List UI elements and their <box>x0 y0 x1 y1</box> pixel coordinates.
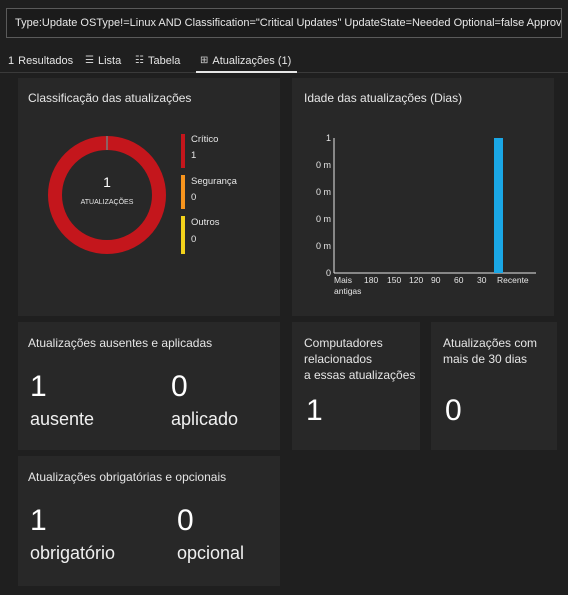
computers-value: 1 <box>306 394 323 427</box>
classification-tile[interactable]: Classificação das atualizações 1 ATUALIZ… <box>18 78 280 316</box>
missing-label: ausente <box>30 409 95 429</box>
x-tick-label: 150 <box>387 275 401 285</box>
tab-updates-label: Atualizações (1) <box>212 54 292 67</box>
older-updates-tile[interactable]: Atualizações com mais de 30 dias 0 <box>431 322 557 450</box>
legend-others-name: Outros <box>191 217 220 228</box>
x-tick-label: 60 <box>454 275 464 285</box>
donut-center-label: ATUALIZAÇÕES <box>80 199 134 206</box>
y-tick-label: 0 <box>326 268 331 278</box>
y-tick-label: 0 m <box>316 187 331 197</box>
older-title-line1: Atualizações com <box>443 336 538 350</box>
legend-critical-name: Crítico <box>191 134 219 145</box>
computers-title-line3: a essas atualizações <box>304 368 416 382</box>
results-label: Resultados <box>18 54 74 67</box>
legend-critical-swatch <box>181 134 185 168</box>
x-tick-label: 30 <box>477 275 487 285</box>
computers-title-line1: Computadores <box>304 336 383 350</box>
update-age-tile[interactable]: Idade das atualizações (Dias) 0 0 m 0 m 0 m… <box>292 78 554 316</box>
update-age-title: Idade das atualizações (Dias) <box>304 91 463 105</box>
legend-security-swatch <box>181 175 185 209</box>
grid-icon: ⊞ <box>200 55 209 66</box>
results-count: 1 <box>8 54 15 67</box>
tab-table-label: Tabela <box>147 54 181 67</box>
required-optional-tile[interactable]: Atualizações obrigatórias e opcionais 1 … <box>18 456 280 586</box>
x-tick-label: 120 <box>409 275 423 285</box>
y-tick-label: 0 m <box>316 214 331 224</box>
related-computers-tile[interactable]: Computadores relacionados a essas atuali… <box>292 322 420 450</box>
donut-segment-critical <box>48 136 166 254</box>
applied-label: aplicado <box>171 409 239 429</box>
missing-applied-tile[interactable]: Atualizações ausentes e aplicadas 1 ause… <box>18 322 280 450</box>
tab-list-label: Lista <box>97 54 122 67</box>
legend-security-value: 0 <box>191 192 197 203</box>
missing-applied-title: Atualizações ausentes e aplicadas <box>28 336 213 350</box>
older-value: 0 <box>445 394 462 427</box>
legend-others-value: 0 <box>191 234 197 245</box>
x-tick-label: Mais <box>334 275 352 285</box>
older-title-line2: mais de 30 dias <box>443 352 528 366</box>
optional-label: opcional <box>177 543 245 563</box>
legend-others-swatch <box>181 216 185 254</box>
legend-critical-value: 1 <box>191 150 197 161</box>
y-tick-label: 0 m <box>316 160 331 170</box>
optional-value: 0 <box>177 504 194 537</box>
required-label: obrigatório <box>30 543 116 563</box>
list-icon: ☰ <box>85 55 94 66</box>
update-age-chart: 0 0 m 0 m 0 m 0 m 1 Maisantigas180 150 120 90 60 30… <box>316 133 536 296</box>
bar-recente <box>494 138 503 273</box>
y-tick-label: 1 <box>326 133 331 143</box>
x-tick-label: Recente <box>497 275 529 285</box>
required-optional-title: Atualizações obrigatórias e opcionais <box>28 470 227 484</box>
required-value: 1 <box>30 504 47 537</box>
x-tick-label: 90 <box>431 275 441 285</box>
tab-list[interactable]: ☰ Lista <box>85 50 121 71</box>
y-tick-label: 0 m <box>316 241 331 251</box>
classification-donut <box>48 136 166 254</box>
table-icon: ☷ <box>135 55 144 66</box>
x-tick-label: 180 <box>364 275 378 285</box>
legend-security-name: Segurança <box>191 176 237 187</box>
query-input[interactable]: Type:Update OSType!=Linux AND Classifica… <box>6 8 562 38</box>
view-tabs: 1 Resultados ☰ Lista ☷ Tabela ⊞ Atualiza… <box>0 50 568 73</box>
computers-title-line2: relacionados <box>304 352 373 366</box>
tab-table[interactable]: ☷ Tabela <box>135 50 180 71</box>
applied-value: 0 <box>171 370 188 403</box>
x-tick-label: antigas <box>334 286 361 296</box>
missing-value: 1 <box>30 370 47 403</box>
donut-center-value: 1 <box>103 174 111 190</box>
tab-updates[interactable]: ⊞ Atualizações (1) <box>196 50 298 73</box>
tab-results[interactable]: 1 Resultados <box>8 50 73 71</box>
classification-title: Classificação das atualizações <box>28 91 192 105</box>
